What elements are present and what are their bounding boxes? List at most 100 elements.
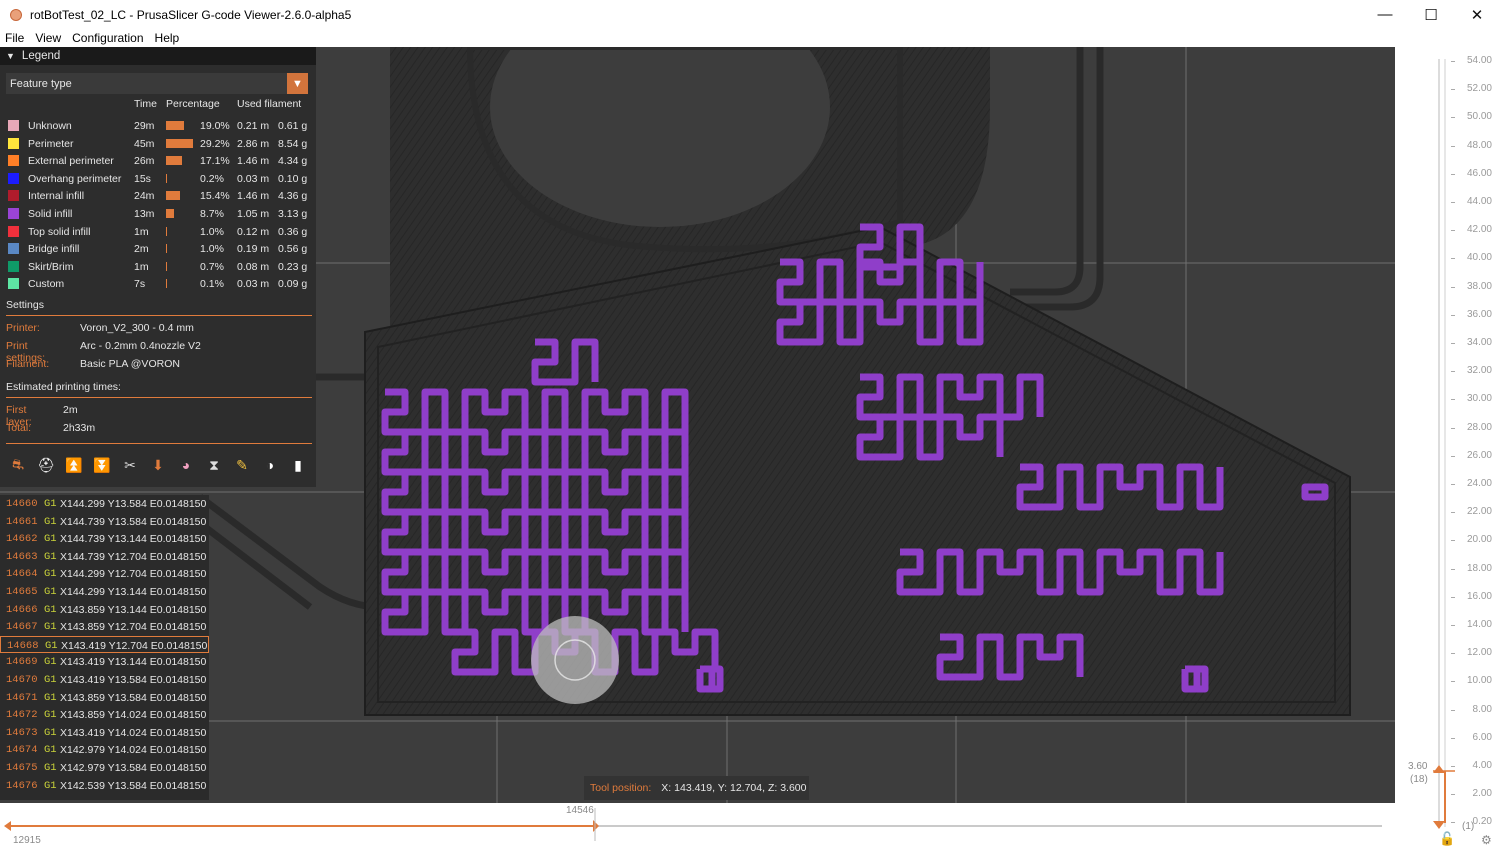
- gcode-command: G1: [45, 639, 58, 652]
- view-type-combo[interactable]: Feature type ▼: [6, 73, 308, 94]
- gcode-line[interactable]: 14663 G1 X144.739 Y12.704 E0.0148150: [0, 548, 209, 566]
- legend-item[interactable]: Perimeter 45m 29.2% 2.86 m 8.54 g: [0, 135, 316, 152]
- layer-height-tick: 8.00: [1472, 703, 1492, 715]
- legend-item[interactable]: External perimeter 26m 17.1% 1.46 m 4.34 g: [0, 152, 316, 169]
- slider-lower-thumb-icon: [1433, 821, 1445, 829]
- gcode-line-number: 14660: [6, 498, 38, 510]
- gcode-line[interactable]: 14669 G1 X143.419 Y13.144 E0.0148150: [0, 653, 209, 671]
- close-button[interactable]: ✕: [1454, 0, 1500, 29]
- legend-item-weight: 4.34 g: [278, 155, 308, 168]
- horizontal-slider-track[interactable]: [0, 803, 1395, 851]
- slider-upper-thumb-icon: [593, 820, 599, 832]
- menu-help[interactable]: Help: [150, 29, 186, 47]
- deretraction-icon[interactable]: ⏬: [90, 455, 114, 475]
- layer-tick-mark: [1451, 343, 1455, 344]
- horizontal-moves-slider[interactable]: 14546 12915: [0, 803, 1395, 851]
- legend-panel: ▼ Legend Feature type ▼ Time Percentage …: [0, 47, 316, 487]
- legend-item-time: 2m: [134, 243, 149, 256]
- gcode-line[interactable]: 14662 G1 X144.739 Y13.144 E0.0148150: [0, 530, 209, 548]
- gcode-arguments: X144.739 Y13.144 E0.0148150: [60, 533, 207, 546]
- legend-item[interactable]: Skirt/Brim 1m 0.7% 0.08 m 0.23 g: [0, 258, 316, 275]
- legend-percentage-bar: [166, 261, 167, 271]
- layer-height-tick: 4.00: [1472, 760, 1492, 771]
- settings-cog-icon[interactable]: ⚙: [1481, 833, 1492, 847]
- gcode-line-selected[interactable]: 14668 G1 X143.419 Y12.704 E0.0148150: [0, 635, 209, 654]
- wipe-icon[interactable]: ⛑: [34, 455, 58, 475]
- gcode-line[interactable]: 14666 G1 X143.859 Y13.144 E0.0148150: [0, 601, 209, 619]
- gcode-line[interactable]: 14671 G1 X143.859 Y13.584 E0.0148150: [0, 689, 209, 707]
- retraction-icon[interactable]: ⏫: [62, 455, 86, 475]
- layer-tick-mark: [1451, 540, 1455, 542]
- legend-item[interactable]: Internal infill 24m 15.4% 1.46 m 4.36 g: [0, 187, 316, 204]
- legend-item-length: 0.03 m: [237, 278, 270, 291]
- legend-color-swatch: [8, 155, 19, 167]
- menu-view[interactable]: View: [30, 29, 67, 47]
- minimize-button[interactable]: —: [1362, 0, 1408, 29]
- layer-tick-mark: [1451, 258, 1455, 260]
- travel-icon[interactable]: ⛐: [6, 455, 30, 475]
- gcode-line[interactable]: 14660 G1 X144.299 Y13.584 E0.0148150: [0, 495, 209, 513]
- gcode-line[interactable]: 14676 G1 X142.539 Y13.584 E0.0148150: [0, 777, 209, 795]
- lock-icon[interactable]: 🔓: [1439, 831, 1455, 847]
- gcode-command: G1: [44, 603, 57, 616]
- layer-height-tick: 50.00: [1466, 111, 1492, 123]
- gcode-line[interactable]: 14667 G1 X143.859 Y12.704 E0.0148150: [0, 618, 209, 636]
- legend-item[interactable]: Bridge infill 2m 1.0% 0.19 m 0.56 g: [0, 240, 316, 257]
- legend-item[interactable]: Overhang perimeter 15s 0.2% 0.03 m 0.10 g: [0, 170, 316, 187]
- printer-value: Voron_V2_300 - 0.4 mm: [80, 322, 194, 334]
- col-header-time: Time: [134, 98, 157, 110]
- menu-file[interactable]: File: [0, 29, 30, 47]
- collapse-triangle-icon[interactable]: ▼: [6, 51, 15, 61]
- shells-icon[interactable]: ▮: [286, 455, 310, 475]
- layer-height-tick: 0.20: [1472, 816, 1492, 828]
- settings-separator: [6, 315, 312, 316]
- gcode-line[interactable]: 14670 G1 X143.419 Y13.584 E0.0148150: [0, 671, 209, 689]
- legend-item[interactable]: Solid infill 13m 8.7% 1.05 m 3.13 g: [0, 205, 316, 222]
- legend-item-time: 45m: [134, 137, 155, 150]
- pause-icon[interactable]: ⧗: [202, 455, 226, 475]
- legend-item[interactable]: Top solid infill 1m 1.0% 0.12 m 0.36 g: [0, 223, 316, 240]
- seam-icon[interactable]: ✂: [118, 455, 142, 475]
- legend-item[interactable]: Unknown 29m 19.0% 0.21 m 0.61 g: [0, 117, 316, 134]
- legend-item-name: Custom: [28, 278, 65, 291]
- legend-item-weight: 4.36 g: [278, 190, 308, 203]
- vertical-layers-slider[interactable]: 54.00 52.00 50.00 48.00 46.00 44.00 42.00 40.00…: [1395, 47, 1500, 851]
- gcode-line[interactable]: 14665 G1 X144.299 Y13.144 E0.0148150: [0, 583, 209, 601]
- legend-item[interactable]: Custom 7s 0.1% 0.03 m 0.09 g: [0, 275, 316, 292]
- tool-change-icon[interactable]: ⬇: [146, 455, 170, 475]
- legend-item-length: 2.86 m: [237, 137, 270, 150]
- gcode-line-number: 14665: [6, 586, 38, 598]
- gcode-listing[interactable]: 14660 G1 X144.299 Y13.584 E0.0148150 14661 G…: [0, 495, 209, 800]
- gcode-line[interactable]: 14674 G1 X142.979 Y14.024 E0.0148150: [0, 741, 209, 759]
- legend-header[interactable]: ▼ Legend: [0, 47, 316, 65]
- color-change-icon[interactable]: ◕: [174, 455, 198, 475]
- dropdown-arrow-icon[interactable]: ▼: [287, 73, 308, 94]
- settings-header: Settings: [6, 299, 44, 311]
- legend-percentage-bar: [166, 244, 167, 254]
- gcode-arguments: X144.739 Y12.704 E0.0148150: [60, 550, 207, 563]
- layer-tick-mark: [1451, 61, 1455, 62]
- layer-height-tick: 18.00: [1466, 562, 1492, 574]
- maximize-button[interactable]: ☐: [1408, 0, 1454, 29]
- layer-height-tick: 54.00: [1466, 55, 1492, 66]
- custom-gcode-icon[interactable]: ✎: [230, 455, 254, 475]
- gcode-command: G1: [44, 779, 57, 792]
- gcode-line[interactable]: 14664 G1 X144.299 Y12.704 E0.0148150: [0, 565, 209, 583]
- legend-item-weight: 0.10 g: [278, 172, 308, 185]
- start-move-label: 12915: [13, 835, 41, 846]
- legend-item-length: 0.03 m: [237, 172, 270, 185]
- gcode-line[interactable]: 14673 G1 X143.419 Y14.024 E0.0148150: [0, 724, 209, 742]
- gcode-line[interactable]: 14672 G1 X143.859 Y14.024 E0.0148150: [0, 706, 209, 724]
- gcode-line[interactable]: 14661 G1 X144.739 Y13.584 E0.0148150: [0, 513, 209, 531]
- layer-height-tick: 48.00: [1466, 139, 1492, 151]
- legend-percentage-bar: [166, 191, 181, 201]
- layer-tick-mark: [1451, 371, 1455, 373]
- layer-height-tick: 46.00: [1466, 167, 1492, 179]
- filament-value: Basic PLA @VORON: [80, 358, 180, 370]
- layer-height-tick: 22.00: [1466, 506, 1492, 518]
- menu-configuration[interactable]: Configuration: [67, 29, 149, 47]
- legend-item-weight: 0.56 g: [278, 243, 308, 256]
- center-of-gravity-icon[interactable]: ◑: [258, 455, 282, 475]
- gcode-line[interactable]: 14675 G1 X142.979 Y13.584 E0.0148150: [0, 759, 209, 777]
- layer-height-tick: 38.00: [1466, 280, 1492, 292]
